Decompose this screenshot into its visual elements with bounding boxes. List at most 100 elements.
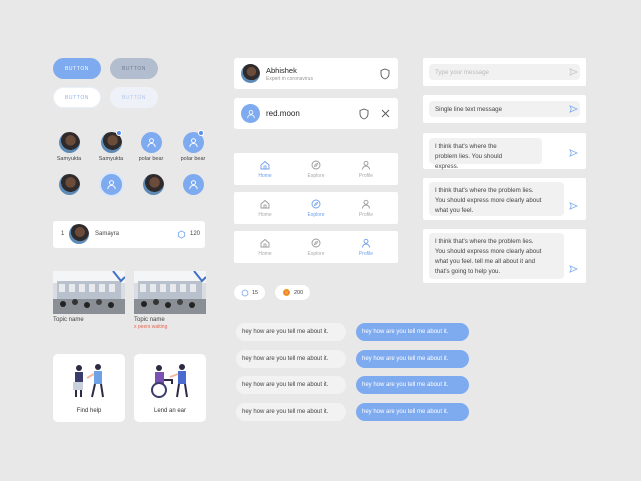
tab-label: Explore xyxy=(307,211,325,218)
send-icon[interactable] xyxy=(569,202,578,210)
chip-value: 15 xyxy=(252,289,259,296)
user-icon xyxy=(246,109,255,118)
lend-an-ear-label: Lend an ear xyxy=(153,408,187,414)
online-indicator xyxy=(116,130,122,136)
outgoing-message: hey how are you tell me about it. xyxy=(356,376,469,394)
tab-bar: Home Explore Profile xyxy=(234,192,398,224)
send-icon[interactable] xyxy=(569,68,578,76)
message-composer: I think that's where the problem lies. Y… xyxy=(423,178,586,220)
secondary-button[interactable]: BUTTON xyxy=(110,58,158,79)
send-icon[interactable] xyxy=(569,149,578,157)
user-icon xyxy=(189,180,198,190)
user-icon xyxy=(147,138,156,148)
shield-icon[interactable] xyxy=(380,68,390,80)
tab-label: Profile xyxy=(358,250,374,257)
tab-home[interactable]: Home xyxy=(240,231,290,263)
outgoing-message: hey how are you tell me about it. xyxy=(356,350,469,368)
rank: 1 xyxy=(61,231,65,237)
send-icon[interactable] xyxy=(569,265,578,273)
message-input[interactable]: I think that's where the problem lies. Y… xyxy=(429,233,564,279)
avatar[interactable] xyxy=(143,174,164,195)
tab-profile[interactable]: Profile xyxy=(341,153,391,185)
user-card[interactable]: red.moon xyxy=(234,98,398,129)
topic-name: Topic name xyxy=(134,317,165,323)
topic-image[interactable] xyxy=(53,270,126,314)
tab-explore[interactable]: Explore xyxy=(291,153,341,185)
message-input[interactable]: I think that's where the problem lies. Y… xyxy=(429,182,564,216)
tab-explore[interactable]: Explore xyxy=(291,231,341,263)
message-composer: Type your message xyxy=(423,58,586,86)
online-indicator xyxy=(198,130,204,136)
topic-image[interactable] xyxy=(134,270,207,314)
ghost-button[interactable]: BUTTON xyxy=(110,87,158,108)
avatar-label: Samyukta xyxy=(98,156,124,162)
leaderboard-name: Samayra xyxy=(95,231,120,237)
primary-button[interactable]: BUTTON xyxy=(53,58,101,79)
find-help-label: Find help xyxy=(76,408,102,414)
message-composer: Single line text message xyxy=(423,95,586,123)
lend-an-ear-illustration xyxy=(151,364,188,398)
user-icon xyxy=(362,199,370,209)
tab-label: Home xyxy=(258,211,272,218)
find-help-illustration xyxy=(73,364,104,398)
home-icon xyxy=(260,238,270,247)
avatar-label: polar bear xyxy=(180,156,206,162)
tab-label: Home xyxy=(258,250,272,257)
tab-label: Explore xyxy=(307,250,325,257)
message-input[interactable]: Single line text message xyxy=(429,101,580,117)
message-composer: I think that's where the problem lies. Y… xyxy=(423,229,586,283)
badge-icon xyxy=(177,230,186,239)
message-input[interactable]: I think that's where the problem lies. Y… xyxy=(429,138,542,170)
avatar xyxy=(241,64,260,83)
tab-home[interactable]: Home xyxy=(240,153,290,185)
tab-profile[interactable]: Profile xyxy=(341,231,391,263)
find-help-card[interactable]: Find help xyxy=(53,354,125,422)
tab-label: Home xyxy=(258,172,272,179)
points-chip[interactable]: 15 xyxy=(234,285,266,300)
tab-label: Profile xyxy=(358,211,374,218)
profile-card[interactable]: Abhishek Expert in coronavirus xyxy=(234,58,398,89)
outline-button[interactable]: BUTTON xyxy=(53,87,101,108)
close-icon[interactable] xyxy=(381,109,390,118)
lend-an-ear-card[interactable]: Lend an ear xyxy=(134,354,206,422)
compass-icon xyxy=(311,160,321,169)
avatar[interactable] xyxy=(141,132,162,153)
user-name: red.moon xyxy=(266,109,300,118)
outgoing-message: hey how are you tell me about it. xyxy=(356,403,469,421)
tab-profile[interactable]: Profile xyxy=(341,192,391,224)
tab-label: Explore xyxy=(307,172,325,179)
leaderboard-score: 120 xyxy=(190,231,201,237)
chip-value: 200 xyxy=(294,289,304,296)
profile-subtitle: Expert in coronavirus xyxy=(266,76,313,82)
incoming-message: hey how are you tell me about it. xyxy=(236,350,346,368)
leaderboard-row[interactable]: 1 Samayra 120 xyxy=(53,221,205,248)
coin-icon xyxy=(282,288,291,297)
shield-icon[interactable] xyxy=(359,108,369,120)
tab-bar: Home Explore Profile xyxy=(234,153,398,185)
coins-chip[interactable]: 200 xyxy=(275,285,311,300)
tab-label: Profile xyxy=(358,172,374,179)
profile-name: Abhishek xyxy=(266,66,297,75)
avatar xyxy=(69,224,89,244)
tab-bar: Home Explore Profile xyxy=(234,231,398,263)
badge-icon xyxy=(241,288,249,297)
avatar xyxy=(241,104,260,123)
user-icon xyxy=(362,160,370,170)
incoming-message: hey how are you tell me about it. xyxy=(236,323,346,341)
avatar[interactable] xyxy=(59,132,80,153)
message-input[interactable]: Type your message xyxy=(429,64,580,80)
outgoing-message: hey how are you tell me about it. xyxy=(356,323,469,341)
compass-icon xyxy=(311,199,321,208)
topic-name: Topic name xyxy=(53,317,84,323)
tab-explore[interactable]: Explore xyxy=(291,192,341,224)
compass-icon xyxy=(311,238,321,247)
avatar[interactable] xyxy=(59,174,80,195)
avatar[interactable] xyxy=(183,174,204,195)
user-icon xyxy=(107,180,116,190)
avatar-selected[interactable] xyxy=(99,172,124,197)
topic-waiting: x peers waiting xyxy=(134,324,168,330)
home-icon xyxy=(260,160,270,169)
avatar-label: polar bear xyxy=(138,156,164,162)
tab-home[interactable]: Home xyxy=(240,192,290,224)
send-icon[interactable] xyxy=(569,105,578,113)
